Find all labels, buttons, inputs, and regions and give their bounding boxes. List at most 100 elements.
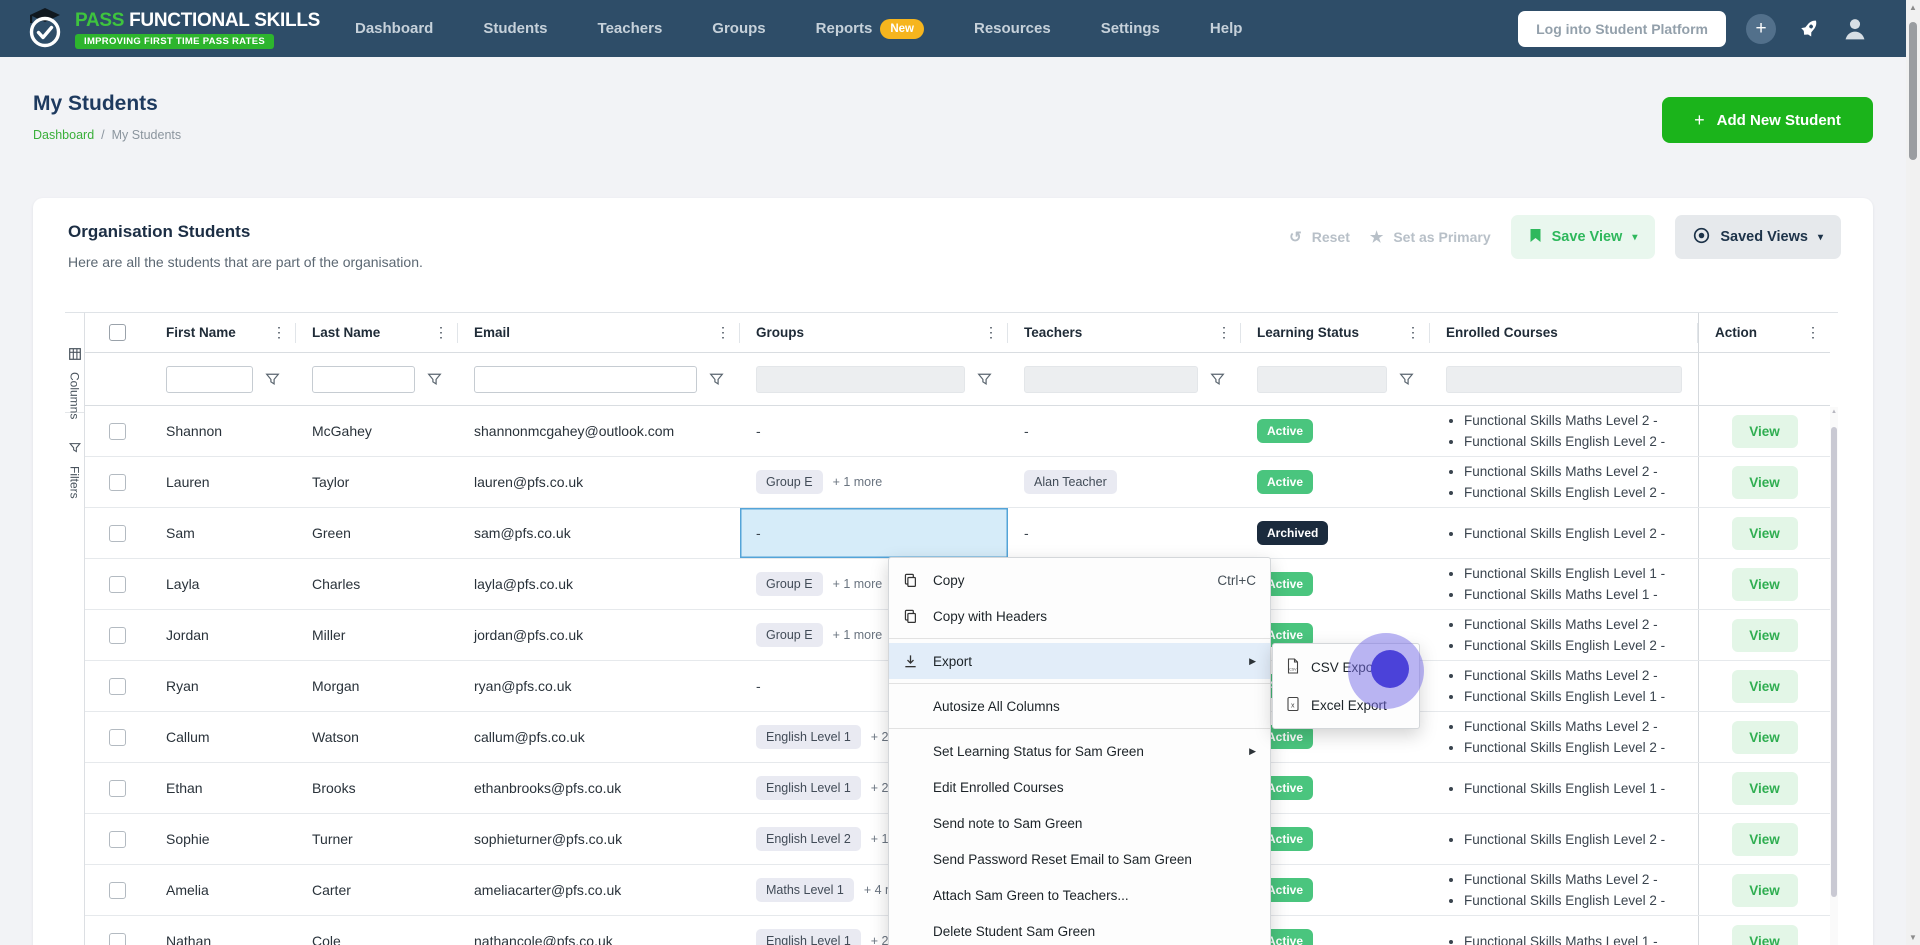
row-checkbox[interactable] — [109, 678, 126, 695]
last-name-cell[interactable]: Turner — [296, 814, 458, 864]
last-name-cell[interactable]: Miller — [296, 610, 458, 660]
breadcrumb-dashboard-link[interactable]: Dashboard — [33, 128, 94, 142]
reset-view-button[interactable]: ↺ Reset — [1289, 228, 1350, 246]
row-checkbox[interactable] — [109, 474, 126, 491]
row-checkbox[interactable] — [109, 831, 126, 848]
nav-item-resources[interactable]: Resources — [974, 20, 1051, 37]
email-cell[interactable]: jordan@pfs.co.uk — [458, 610, 740, 660]
view-button[interactable]: View — [1732, 568, 1798, 601]
filter-funnel-icon[interactable] — [1399, 372, 1414, 387]
first-name-cell[interactable]: Amelia — [150, 865, 296, 915]
nav-item-settings[interactable]: Settings — [1101, 20, 1160, 37]
column-menu-icon[interactable]: ⋮ — [272, 324, 286, 341]
groups-cell[interactable]: - — [740, 406, 1008, 456]
menu-item-copy[interactable]: CopyCtrl+C — [889, 562, 1270, 598]
view-button[interactable]: View — [1732, 466, 1798, 499]
first-name-cell[interactable]: Jordan — [150, 610, 296, 660]
group-chip[interactable]: English Level 1 — [756, 776, 861, 800]
first-name-cell[interactable]: Sophie — [150, 814, 296, 864]
rocket-icon[interactable] — [1796, 16, 1822, 42]
menu-item-copy-with-headers[interactable]: Copy with Headers — [889, 598, 1270, 634]
teachers-cell[interactable]: - — [1008, 508, 1241, 558]
view-button[interactable]: View — [1732, 619, 1798, 652]
menu-item-edit-enrolled-courses[interactable]: Edit Enrolled Courses — [889, 769, 1270, 805]
menu-item-autosize-all-columns[interactable]: Autosize All Columns — [889, 688, 1270, 724]
table-vertical-scrollbar[interactable]: ▲ — [1830, 407, 1838, 945]
group-chip[interactable]: Group E — [756, 470, 823, 494]
first-name-cell[interactable]: Sam — [150, 508, 296, 558]
row-checkbox[interactable] — [109, 627, 126, 644]
last-name-cell[interactable]: Taylor — [296, 457, 458, 507]
email-cell[interactable]: sophieturner@pfs.co.uk — [458, 814, 740, 864]
groups-cell[interactable]: Group E + 1 more — [740, 457, 1008, 507]
view-button[interactable]: View — [1732, 517, 1798, 550]
scroll-down-icon[interactable]: ▼ — [1906, 933, 1920, 942]
first-name-cell[interactable]: Shannon — [150, 406, 296, 456]
row-checkbox[interactable] — [109, 729, 126, 746]
row-checkbox[interactable] — [109, 576, 126, 593]
group-chip[interactable]: English Level 2 — [756, 827, 861, 851]
group-chip[interactable]: English Level 1 — [756, 725, 861, 749]
teachers-cell[interactable]: - — [1008, 406, 1241, 456]
login-student-platform-button[interactable]: Log into Student Platform — [1518, 11, 1726, 47]
menu-item-attach-sam-green-to-teachers[interactable]: Attach Sam Green to Teachers... — [889, 877, 1270, 913]
row-checkbox[interactable] — [109, 525, 126, 542]
menu-item-send-note-to-sam-green[interactable]: Send note to Sam Green — [889, 805, 1270, 841]
column-menu-icon[interactable]: ⋮ — [716, 324, 730, 341]
email-cell[interactable]: nathancole@pfs.co.uk — [458, 916, 740, 945]
tab-columns[interactable]: Columns — [65, 313, 84, 413]
group-chip[interactable]: Group E — [756, 623, 823, 647]
nav-item-help[interactable]: Help — [1210, 20, 1243, 37]
nav-item-teachers[interactable]: Teachers — [598, 20, 663, 37]
submenu-item-excel-export[interactable]: xExcel Export — [1273, 686, 1419, 724]
email-cell[interactable]: layla@pfs.co.uk — [458, 559, 740, 609]
column-menu-icon[interactable]: ⋮ — [1217, 324, 1231, 341]
page-scrollbar[interactable]: ▲ ▼ — [1906, 0, 1920, 945]
more-groups-label[interactable]: + 1 more — [833, 475, 883, 489]
email-cell[interactable]: callum@pfs.co.uk — [458, 712, 740, 762]
user-account-icon[interactable] — [1842, 16, 1868, 42]
saved-views-button[interactable]: Saved Views ▾ — [1675, 215, 1841, 259]
email-cell[interactable]: ryan@pfs.co.uk — [458, 661, 740, 711]
column-menu-icon[interactable]: ⋮ — [1806, 324, 1820, 341]
row-checkbox[interactable] — [109, 933, 126, 945]
menu-item-set-learning-status-for-sam-green[interactable]: Set Learning Status for Sam Green▶ — [889, 733, 1270, 769]
teachers-cell[interactable]: Alan Teacher — [1008, 457, 1241, 507]
last-name-cell[interactable]: Carter — [296, 865, 458, 915]
select-all-checkbox[interactable] — [109, 324, 126, 341]
view-button[interactable]: View — [1732, 772, 1798, 805]
filter-funnel-icon[interactable] — [265, 372, 280, 387]
filter-funnel-icon[interactable] — [427, 372, 442, 387]
scroll-up-icon[interactable]: ▲ — [1830, 409, 1838, 415]
row-checkbox[interactable] — [109, 882, 126, 899]
menu-item-export[interactable]: Export▶ — [889, 643, 1270, 679]
last-name-cell[interactable]: Cole — [296, 916, 458, 945]
teacher-chip[interactable]: Alan Teacher — [1024, 470, 1117, 494]
page-scrollbar-thumb[interactable] — [1909, 22, 1917, 160]
group-chip[interactable]: English Level 1 — [756, 929, 861, 945]
nav-item-dashboard[interactable]: Dashboard — [355, 20, 433, 37]
first-name-cell[interactable]: Ryan — [150, 661, 296, 711]
filter-funnel-icon[interactable] — [1210, 372, 1225, 387]
email-cell[interactable]: shannonmcgahey@outlook.com — [458, 406, 740, 456]
column-menu-icon[interactable]: ⋮ — [984, 324, 998, 341]
email-cell[interactable]: ameliacarter@pfs.co.uk — [458, 865, 740, 915]
email-cell[interactable]: sam@pfs.co.uk — [458, 508, 740, 558]
table-scrollbar-thumb[interactable] — [1831, 427, 1837, 897]
filter-funnel-icon[interactable] — [977, 372, 992, 387]
submenu-item-csv-export[interactable]: CSVCSV Export — [1273, 648, 1419, 686]
first-name-cell[interactable]: Ethan — [150, 763, 296, 813]
last-name-cell[interactable]: Morgan — [296, 661, 458, 711]
filter-input-last-name[interactable] — [312, 366, 415, 393]
last-name-cell[interactable]: Watson — [296, 712, 458, 762]
view-button[interactable]: View — [1732, 874, 1798, 907]
first-name-cell[interactable]: Lauren — [150, 457, 296, 507]
email-cell[interactable]: lauren@pfs.co.uk — [458, 457, 740, 507]
last-name-cell[interactable]: McGahey — [296, 406, 458, 456]
group-chip[interactable]: Group E — [756, 572, 823, 596]
nav-item-reports[interactable]: ReportsNew — [816, 19, 924, 39]
filter-funnel-icon[interactable] — [709, 372, 724, 387]
tab-filters[interactable]: Filters — [65, 413, 84, 499]
last-name-cell[interactable]: Green — [296, 508, 458, 558]
view-button[interactable]: View — [1732, 670, 1798, 703]
